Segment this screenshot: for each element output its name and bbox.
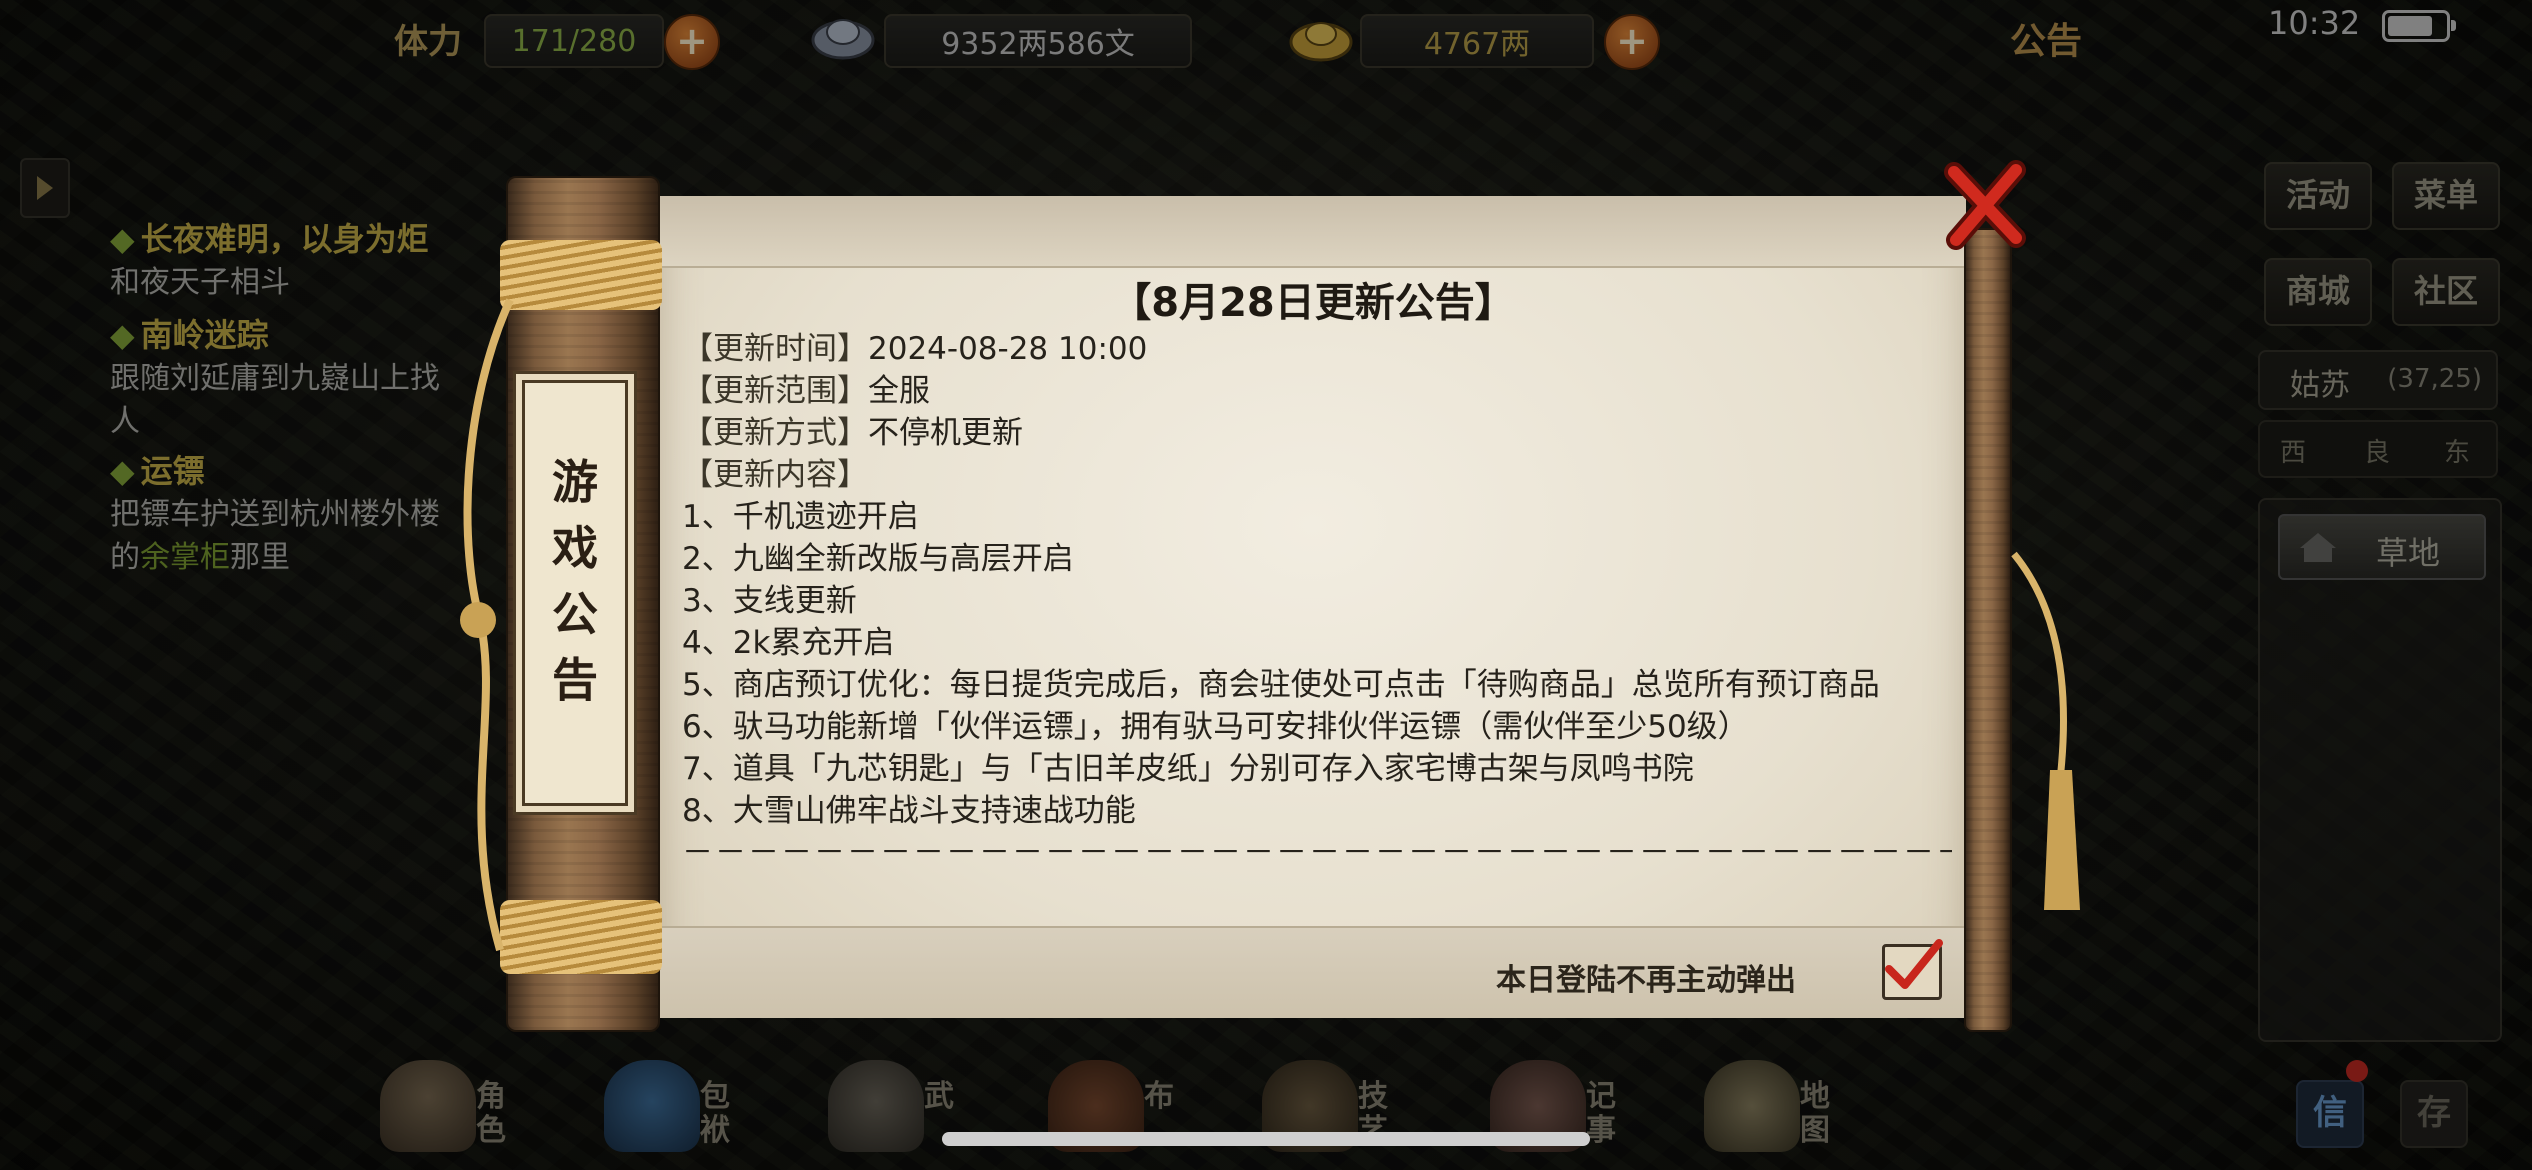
hanging-rope-left [460,298,514,952]
announcement-side-tag: 游 戏 公 告 [522,380,628,806]
meta-value: 不停机更新 [868,415,1023,451]
meta-value: 2024-08-28 10:00 [868,331,1148,367]
meta-key: 【更新时间】 [682,331,868,367]
tag-char: 告 [552,653,598,707]
meta-value: 全服 [868,373,930,409]
tag-char: 公 [552,587,598,641]
update-item: 5、商店预订优化：每日提货完成后，商会驻使处可点击「待购商品」总览所有预订商品 [682,667,1880,703]
scroll-right-rod [1964,228,2012,1032]
update-item: 6、驮马功能新增「伙伴运镖」，拥有驮马可安排伙伴运镖（需伙伴至少50级） [682,709,1749,745]
section-divider: －－－－－－－－－－－－－－－－－－－－－－－－－－－－－－－－－－－－－－－－ [682,835,1952,871]
meta-update-scope: 【更新范围】全服 [682,370,1952,412]
tag-char: 游 [552,455,598,509]
meta-update-method: 【更新方式】不停机更新 [682,412,1952,454]
meta-key: 【更新方式】 [682,415,868,451]
paper-header-band [660,196,1966,268]
close-icon[interactable] [1942,156,2028,252]
update-item: 2、九幽全新改版与高层开启 [682,541,1074,577]
tassel-right [2011,551,2080,910]
announcement-title: 【8月28日更新公告】 [1111,280,1515,326]
dont-show-checkbox[interactable] [1882,939,1943,1000]
dont-show-label: 本日登陆不再主动弹出 [1496,963,1796,998]
meta-update-time: 【更新时间】2024-08-28 10:00 [682,328,1952,370]
checkmark-icon [1885,939,1943,989]
meta-key: 【更新范围】 [682,373,868,409]
update-item: 1、千机遗迹开启 [682,499,919,535]
tag-char: 戏 [552,521,598,575]
meta-update-content: 【更新内容】 [682,454,1952,496]
update-item: 3、支线更新 [682,583,857,619]
update-item: 7、道具「九芯钥匙」与「古旧羊皮纸」分别可存入家宅博古架与凤鸣书院 [682,751,1694,787]
meta-key: 【更新内容】 [682,457,868,493]
update-item: 4、2k累充开启 [682,625,895,661]
update-item: 8、大雪山佛牢战斗支持速战功能 [682,793,1136,829]
home-indicator[interactable] [942,1132,1590,1146]
announcement-body[interactable]: 【更新时间】2024-08-28 10:00 【更新范围】全服 【更新方式】不停… [682,328,1952,928]
